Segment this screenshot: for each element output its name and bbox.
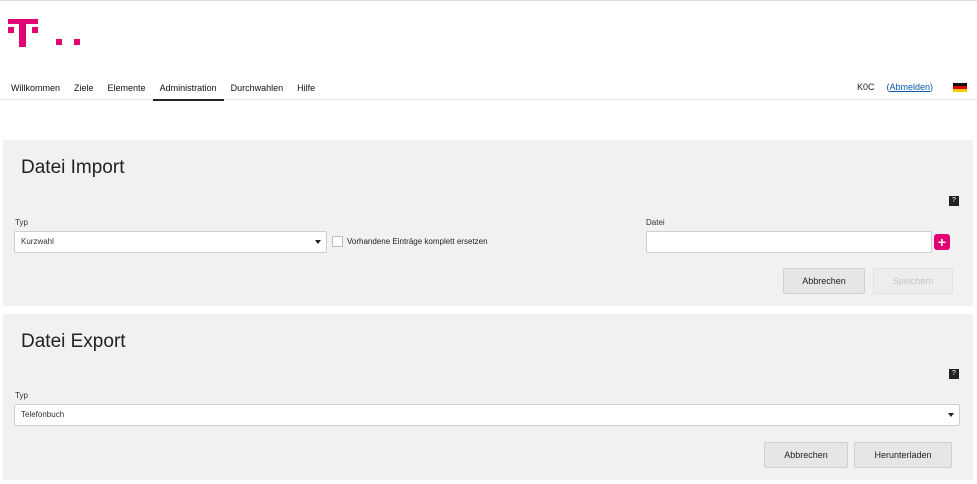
logo-t-left xyxy=(8,27,14,33)
nav-item-willkommen[interactable]: Willkommen xyxy=(4,79,67,101)
chevron-down-icon xyxy=(315,240,321,244)
chevron-down-icon xyxy=(948,413,954,417)
import-title: Datei Import xyxy=(21,157,125,178)
nav-item-elemente[interactable]: Elemente xyxy=(101,79,153,101)
add-file-icon[interactable]: + xyxy=(934,234,950,250)
logo-dot xyxy=(56,39,62,45)
logo-t-right xyxy=(32,27,38,33)
export-type-label: Typ xyxy=(15,391,28,400)
export-title: Datei Export xyxy=(21,331,126,352)
nav-item-hilfe[interactable]: Hilfe xyxy=(290,79,322,101)
import-panel: Datei Import ? Typ Kurzwahl Vorhandene E… xyxy=(3,140,973,306)
logo-t-stem xyxy=(19,19,26,47)
import-help-icon[interactable]: ? xyxy=(949,196,959,206)
file-label: Datei xyxy=(646,218,665,227)
export-type-select[interactable]: Telefonbuch xyxy=(14,404,960,426)
replace-entries-checkbox[interactable] xyxy=(332,236,343,247)
nav-item-administration[interactable]: Administration xyxy=(152,79,224,101)
nav-item-ziele[interactable]: Ziele xyxy=(67,79,101,101)
logo-dot xyxy=(74,39,80,45)
user-name: K0C xyxy=(856,82,875,92)
flag-de-icon[interactable] xyxy=(953,82,967,92)
import-type-label: Typ xyxy=(15,218,28,227)
file-input[interactable] xyxy=(646,231,932,253)
nav-item-durchwahlen[interactable]: Durchwahlen xyxy=(224,79,291,101)
logout-paren-close: ) xyxy=(930,82,933,92)
main-nav: Willkommen Ziele Elemente Administration… xyxy=(4,79,322,101)
top-bar: Willkommen Ziele Elemente Administration… xyxy=(0,0,977,101)
import-type-value: Kurzwahl xyxy=(21,237,54,246)
telekom-logo[interactable] xyxy=(8,13,80,47)
export-help-icon[interactable]: ? xyxy=(949,369,959,379)
import-save-button[interactable]: Speichern xyxy=(873,268,953,294)
logout-link[interactable]: Abmelden xyxy=(889,82,930,92)
export-type-value: Telefonbuch xyxy=(21,410,65,419)
import-type-select[interactable]: Kurzwahl xyxy=(14,231,327,253)
export-panel: Datei Export ? Typ Telefonbuch Abbrechen… xyxy=(3,314,973,480)
replace-entries-label: Vorhandene Einträge komplett ersetzen xyxy=(347,237,488,246)
user-area: K0C (Abmelden) xyxy=(857,82,967,92)
import-cancel-button[interactable]: Abbrechen xyxy=(783,268,865,294)
export-cancel-button[interactable]: Abbrechen xyxy=(764,442,848,468)
download-button[interactable]: Herunterladen xyxy=(854,442,952,468)
